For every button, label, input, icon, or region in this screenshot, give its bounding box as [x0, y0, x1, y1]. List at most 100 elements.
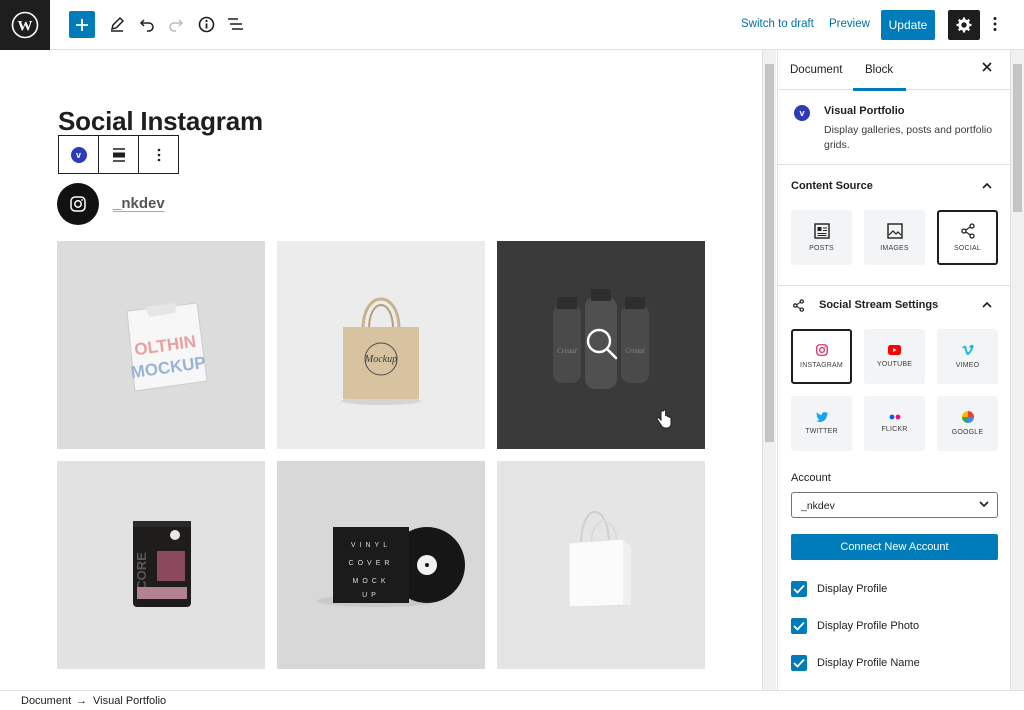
align-button[interactable]: [99, 136, 139, 173]
gallery-item-tote-bag[interactable]: Mockup: [277, 241, 485, 449]
preview-button[interactable]: Preview: [829, 18, 870, 30]
display-profile-photo-checkbox[interactable]: [791, 618, 807, 634]
sidebar-scrollbar[interactable]: [1010, 50, 1024, 690]
block-name: Visual Portfolio: [824, 105, 905, 117]
gallery-item-milk-bottles[interactable]: Cristal Cristal: [497, 241, 705, 449]
connect-new-account-button[interactable]: Connect New Account: [791, 534, 998, 560]
google-icon: [961, 411, 974, 423]
display-profile-checkbox[interactable]: [791, 581, 807, 597]
svg-text:UP: UP: [362, 592, 380, 599]
social-option-youtube[interactable]: YOUTUBE: [864, 329, 925, 384]
tools-button[interactable]: [103, 10, 131, 38]
more-options-button[interactable]: [982, 10, 1008, 38]
block-toolbar: v: [58, 135, 179, 174]
chevron-up-icon[interactable]: [982, 182, 992, 190]
block-type-button[interactable]: v: [59, 136, 99, 173]
source-option-social[interactable]: SOCIAL: [937, 210, 998, 265]
plus-icon: [76, 18, 88, 31]
add-block-button[interactable]: [69, 11, 95, 38]
source-option-label: IMAGES: [880, 245, 909, 252]
gallery-item-vinyl-cover[interactable]: VINYL COVER MOCK UP: [277, 461, 485, 669]
social-option-label: VIMEO: [955, 362, 980, 369]
gallery-item-tshirt[interactable]: OLTHIN MOCKUP: [57, 241, 265, 449]
hand-cursor-icon: [656, 409, 672, 429]
wordpress-icon: W: [11, 11, 39, 39]
pencil-icon: [110, 16, 125, 32]
social-option-flickr[interactable]: FLICKR: [864, 396, 925, 451]
svg-text:Cristal: Cristal: [557, 347, 577, 355]
wordpress-logo-button[interactable]: W: [0, 0, 50, 50]
svg-text:Cristal: Cristal: [625, 347, 645, 355]
social-option-vimeo[interactable]: VIMEO: [937, 329, 998, 384]
social-option-label: INSTAGRAM: [800, 362, 843, 369]
social-option-twitter[interactable]: TWITTER: [791, 396, 852, 451]
undo-button[interactable]: [133, 10, 161, 38]
social-option-label: YOUTUBE: [876, 361, 913, 368]
flickr-icon: [889, 414, 900, 420]
kebab-menu-icon: [157, 148, 160, 161]
svg-text:VINYL: VINYL: [351, 542, 391, 549]
display-profile-name-label[interactable]: Display Profile Name: [817, 657, 920, 669]
zoom-icon[interactable]: [585, 327, 619, 361]
vinyl-cover-mockup-image: VINYL COVER MOCK UP: [317, 527, 465, 607]
display-profile-photo-label[interactable]: Display Profile Photo: [817, 620, 919, 632]
breadcrumb-visual-portfolio[interactable]: Visual Portfolio: [93, 695, 166, 707]
breadcrumb-document[interactable]: Document: [21, 695, 71, 707]
account-select-value: _nkdev: [801, 500, 835, 512]
switch-to-draft-button[interactable]: Switch to draft: [741, 18, 814, 30]
editor-scrollbar-thumb[interactable]: [765, 64, 774, 442]
profile-avatar[interactable]: [57, 183, 99, 225]
youtube-icon: [888, 345, 901, 355]
editor-header: W Switch to draft Preview Update: [0, 0, 1024, 50]
gallery-item-coffee-pouch[interactable]: CORE: [57, 461, 265, 669]
coffee-pouch-mockup-image: CORE: [133, 521, 191, 607]
update-button[interactable]: Update: [881, 10, 935, 40]
source-option-posts[interactable]: POSTS: [791, 210, 852, 265]
svg-text:Mockup: Mockup: [364, 354, 397, 365]
undo-icon: [139, 19, 154, 32]
page-title[interactable]: Social Instagram: [58, 106, 263, 137]
tab-document[interactable]: Document: [790, 64, 842, 76]
social-stream-settings-title[interactable]: Social Stream Settings: [819, 299, 938, 311]
profile-name-link[interactable]: _nkdev: [113, 195, 165, 212]
close-icon[interactable]: [981, 61, 993, 73]
info-icon: [198, 16, 214, 32]
share-icon: [960, 223, 975, 239]
source-option-label: POSTS: [809, 245, 834, 252]
svg-text:CORE: CORE: [134, 552, 149, 590]
settings-button[interactable]: [948, 10, 980, 40]
editor-canvas: Social Instagram v _nkdev OLTHIN MOCKUP: [0, 50, 762, 690]
display-profile-label[interactable]: Display Profile: [817, 583, 887, 595]
social-option-instagram[interactable]: INSTAGRAM: [791, 329, 852, 384]
checkmark-icon: [793, 658, 805, 668]
instagram-icon: [815, 344, 828, 356]
checkmark-icon: [793, 621, 805, 631]
vimeo-icon: [962, 344, 974, 356]
block-more-button[interactable]: [139, 136, 178, 173]
source-option-images[interactable]: IMAGES: [864, 210, 925, 265]
visual-portfolio-icon: v: [70, 146, 87, 163]
content-source-title[interactable]: Content Source: [791, 180, 873, 192]
block-description: Display galleries, posts and portfolio g…: [824, 124, 993, 151]
svg-text:COVER: COVER: [349, 560, 394, 567]
visual-portfolio-icon: v: [794, 105, 810, 121]
source-option-label: SOCIAL: [954, 245, 981, 252]
tab-block[interactable]: Block: [852, 64, 907, 91]
breadcrumb: Document → Visual Portfolio: [0, 690, 1024, 710]
shopping-bag-mockup-image: [568, 511, 632, 608]
display-profile-name-checkbox[interactable]: [791, 655, 807, 671]
gallery-item-shopping-bag[interactable]: [497, 461, 705, 669]
social-option-google[interactable]: GOOGLE: [937, 396, 998, 451]
breadcrumb-separator: →: [76, 695, 87, 707]
content-info-button[interactable]: [192, 10, 220, 38]
editor-scrollbar[interactable]: [762, 50, 776, 690]
block-navigation-button[interactable]: [221, 10, 249, 38]
sidebar-scrollbar-thumb[interactable]: [1013, 64, 1022, 212]
social-option-label: TWITTER: [805, 428, 838, 435]
account-select[interactable]: _nkdev: [791, 492, 998, 518]
posts-icon: [813, 223, 830, 239]
redo-button[interactable]: [162, 10, 190, 38]
instagram-icon: [70, 196, 86, 212]
chevron-up-icon[interactable]: [982, 301, 992, 309]
chevron-down-icon: [979, 501, 989, 508]
